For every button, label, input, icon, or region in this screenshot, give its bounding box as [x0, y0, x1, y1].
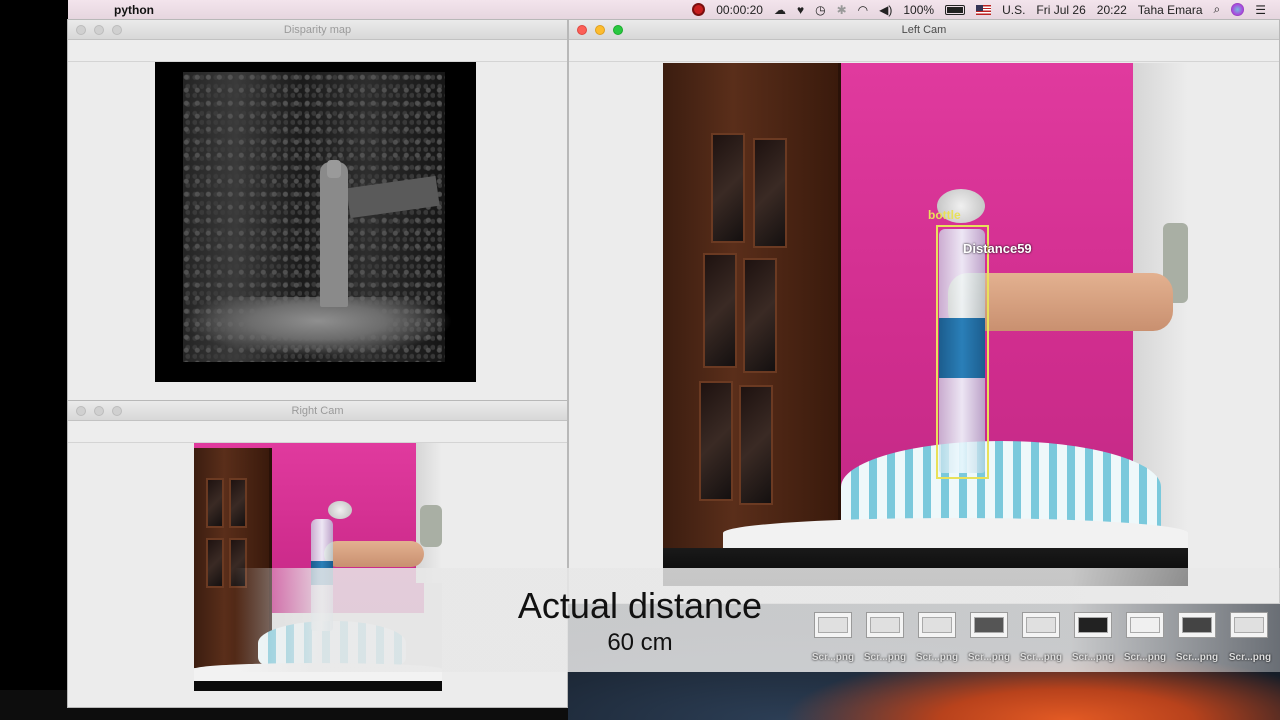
input-source[interactable]: U.S. [1002, 3, 1025, 17]
desktop-file-thumbnail[interactable] [1126, 612, 1164, 638]
spotlight-search-icon[interactable]: ⌕ [1214, 2, 1221, 17]
cabinet-glass-pane [229, 478, 247, 528]
window-title: Disparity map [283, 24, 352, 36]
minimize-button[interactable] [94, 25, 104, 35]
battery-percent[interactable]: 100% [903, 3, 934, 17]
left-cam-window: Left Cam bottle Distance59 [568, 19, 1280, 604]
disparity-bottle-neck [327, 160, 341, 178]
desktop-file-thumbnail[interactable] [970, 612, 1008, 638]
cabinet-glass-pane [699, 381, 733, 501]
cabinet-glass-pane [753, 138, 787, 248]
cloud-icon[interactable]: ☁ [774, 3, 786, 17]
cabinet-glass-pane [206, 478, 224, 528]
desktop-file-thumbnail[interactable] [814, 612, 852, 638]
desktop-file-thumbnail[interactable] [1178, 612, 1216, 638]
disparity-table-region [183, 297, 453, 357]
menu-bar: python 00:00:20 ☁ ♥ ◷ ✱ ◠ ◀) 100% U.S. F… [68, 0, 1280, 19]
desktop-file-label[interactable]: Scr...png [1224, 652, 1276, 663]
volume-icon[interactable]: ◀) [879, 3, 892, 17]
disparity-map-titlebar[interactable]: Disparity map [68, 20, 567, 40]
desktop-file-label[interactable]: Scr...png [859, 652, 911, 663]
zoom-button[interactable] [112, 406, 122, 416]
desktop-file-thumbnail[interactable] [1230, 612, 1268, 638]
vpn-icon[interactable]: ♥ [797, 3, 804, 17]
desktop-file-label[interactable]: Scr...png [911, 652, 963, 663]
us-flag-icon[interactable] [976, 4, 992, 15]
menu-time[interactable]: 20:22 [1097, 3, 1127, 17]
window-title: Left Cam [901, 24, 947, 36]
close-button[interactable] [76, 25, 86, 35]
desktop-file-label[interactable]: Scr...png [1015, 652, 1067, 663]
desktop-file-thumbnail[interactable] [866, 612, 904, 638]
desktop-file-label[interactable]: Scr...png [1067, 652, 1119, 663]
cabinet-glass-pane [739, 385, 773, 505]
desktop-file-thumbnail[interactable] [918, 612, 956, 638]
user-name[interactable]: Taha Emara [1138, 3, 1203, 17]
app-menu[interactable]: python [114, 3, 154, 17]
desktop-file-thumbnail[interactable] [1074, 612, 1112, 638]
cabinet-glass-pane [703, 253, 737, 368]
bluetooth-icon[interactable]: ✱ [837, 3, 847, 17]
status-area: 00:00:20 ☁ ♥ ◷ ✱ ◠ ◀) 100% U.S. Fri Jul … [692, 2, 1280, 17]
desktop-file-label[interactable]: Scr...png [1171, 652, 1223, 663]
left-cam-image: bottle Distance59 [663, 63, 1188, 586]
disparity-map-image [155, 62, 476, 382]
window-toolbar [569, 40, 1279, 62]
detection-box [936, 225, 989, 479]
left-cam-titlebar[interactable]: Left Cam [569, 20, 1279, 40]
menu-date[interactable]: Fri Jul 26 [1036, 3, 1085, 17]
detection-class-label: bottle [928, 208, 961, 222]
window-toolbar [68, 421, 567, 443]
zoom-button[interactable] [613, 25, 623, 35]
close-button[interactable] [76, 406, 86, 416]
desktop-file-label[interactable]: Scr...png [963, 652, 1015, 663]
disparity-bottle-region [320, 162, 348, 307]
battery-icon[interactable] [945, 4, 966, 15]
shirt-sleeve [420, 505, 442, 547]
recording-timer: 00:00:20 [716, 2, 763, 17]
plastic-bag [328, 501, 352, 519]
window-toolbar [68, 40, 567, 62]
desktop-file-thumbnail[interactable] [1022, 612, 1060, 638]
distance-label: Distance59 [963, 241, 1032, 256]
dark-foreground [194, 681, 442, 691]
record-stop-icon[interactable] [692, 3, 706, 16]
cabinet-glass-pane [206, 538, 224, 588]
desktop: python 00:00:20 ☁ ♥ ◷ ✱ ◠ ◀) 100% U.S. F… [0, 0, 1280, 720]
siri-icon[interactable] [1231, 3, 1245, 16]
cabinet-glass-pane [711, 133, 745, 243]
close-button[interactable] [577, 25, 587, 35]
desktop-file-label[interactable]: Scr...png [807, 652, 859, 663]
zoom-button[interactable] [112, 25, 122, 35]
minimize-button[interactable] [94, 406, 104, 416]
cabinet-glass-pane [743, 258, 777, 373]
time-machine-icon[interactable]: ◷ [815, 3, 825, 17]
caption-title: Actual distance [517, 585, 763, 626]
minimize-button[interactable] [595, 25, 605, 35]
desktop-file-label[interactable]: Scr...png [1119, 652, 1171, 663]
wifi-icon[interactable]: ◠ [858, 3, 868, 17]
caption-value: 60 cm [607, 629, 673, 656]
disparity-map-window: Disparity map [67, 19, 568, 401]
hand [324, 541, 424, 567]
notification-center-icon[interactable]: ☰ [1255, 3, 1266, 17]
right-cam-titlebar[interactable]: Right Cam [68, 401, 567, 421]
window-title: Right Cam [291, 405, 344, 417]
